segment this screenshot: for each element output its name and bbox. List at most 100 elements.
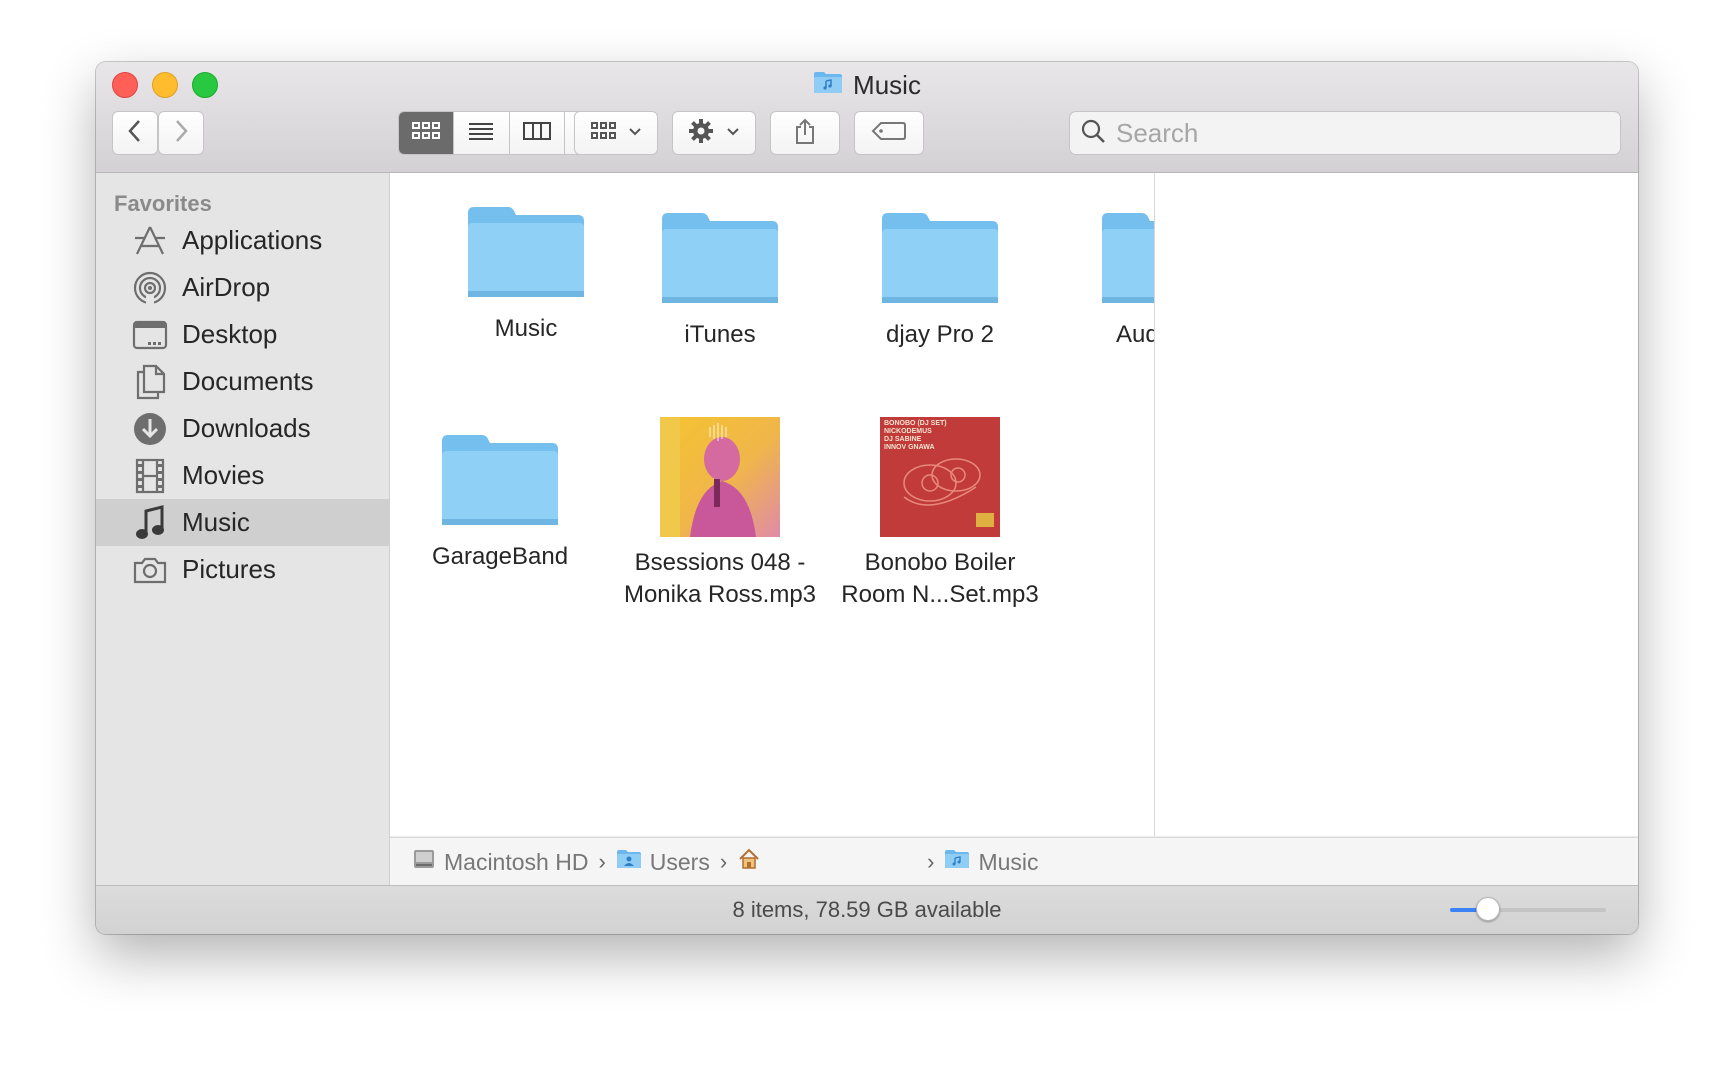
home-icon [737, 847, 761, 877]
chevron-down-icon [726, 124, 740, 142]
search-field[interactable] [1069, 111, 1621, 155]
slider-knob[interactable] [1476, 897, 1500, 921]
icon-view-icon [411, 120, 441, 147]
sidebar-item-label: Music [182, 507, 250, 537]
window-title: Music [96, 69, 1638, 101]
icon-view-area: Music iTunes djay Pro 2 Au GarageBand Bs… [390, 173, 1155, 836]
artwork-text: INNOV GNAWA [884, 444, 935, 451]
album-artwork-thumbnail [660, 417, 780, 537]
sidebar-heading-favorites: Favorites [114, 191, 212, 216]
folder-icon [442, 435, 558, 525]
album-artwork-thumbnail: BONOBO (DJ SET) NICKODEMUS DJ SABINE INN… [880, 417, 1000, 537]
share-icon [793, 117, 817, 150]
group-button[interactable] [574, 111, 658, 155]
file-item-label: iTunes [684, 321, 756, 348]
tag-button[interactable] [854, 111, 924, 155]
folder-icon [468, 207, 584, 297]
downloads-icon [132, 411, 168, 447]
path-item-users[interactable]: Users [616, 848, 710, 876]
music-folder-icon [944, 848, 970, 876]
path-separator-icon: › [598, 849, 606, 874]
sidebar-item-label: Applications [182, 225, 323, 255]
file-item-label: Audio M [1115, 321, 1154, 348]
users-folder-icon [616, 848, 642, 876]
sidebar-item-label: Pictures [182, 554, 276, 584]
list-view-icon [467, 120, 495, 147]
forward-button[interactable] [158, 111, 204, 155]
pictures-icon [132, 552, 168, 588]
chevron-down-icon [628, 124, 642, 142]
sidebar-item-airdrop[interactable]: AirDrop [96, 264, 389, 311]
path-bar: Macintosh HD › Users › › Music [390, 837, 1638, 886]
path-separator-icon: › [927, 849, 935, 874]
file-item-label-line2: Room N...Set.mp3 [841, 581, 1039, 608]
sidebar-item-desktop[interactable]: Desktop [96, 311, 389, 358]
sidebar-item-label: Documents [182, 366, 314, 396]
path-item-home[interactable] [737, 847, 917, 877]
desktop-icon [132, 317, 168, 353]
gear-icon [688, 118, 714, 149]
path-item-label: Music [978, 848, 1039, 875]
artwork-text: BONOBO (DJ SET) [884, 420, 947, 427]
list-view-button[interactable] [454, 112, 510, 154]
file-item-folder-djay-pro-2[interactable]: djay Pro 2 [840, 209, 1040, 351]
artwork-text: NICKODEMUS [884, 428, 932, 435]
sidebar-item-label: AirDrop [182, 272, 271, 302]
action-button[interactable] [672, 111, 756, 155]
sidebar: Favorites Applications AirDrop Desktop D… [96, 173, 390, 886]
path-item-label: Users [649, 848, 710, 875]
window-title-text: Music [853, 69, 921, 100]
sidebar-item-label: Movies [182, 460, 265, 490]
file-item-label: djay Pro 2 [885, 321, 995, 348]
file-item-folder-itunes[interactable]: iTunes [620, 209, 820, 351]
file-item-label: Music [494, 315, 558, 342]
finder-window: Music Search Favorites Applications AirD… [96, 62, 1638, 934]
folder-icon [662, 213, 778, 303]
status-bar: 8 items, 78.59 GB available [96, 885, 1638, 934]
sidebar-item-music[interactable]: Music [96, 499, 389, 546]
file-item-bonobo-mp3[interactable]: BONOBO (DJ SET) NICKODEMUS DJ SABINE INN… [840, 417, 1040, 611]
file-item-folder-audio[interactable]: Audio M [1060, 209, 1154, 351]
documents-icon [132, 364, 168, 400]
file-item-folder-garageband[interactable]: GarageBand [400, 431, 600, 573]
toolbar: Music [96, 62, 1638, 173]
preview-pane [1155, 173, 1638, 836]
icon-size-slider[interactable] [1450, 897, 1606, 921]
file-item-label-line1: Bsessions 048 - [634, 549, 806, 576]
file-item-label: GarageBand [431, 543, 569, 570]
group-icon [590, 120, 618, 147]
file-item-folder-music[interactable]: Music [426, 203, 626, 345]
column-view-icon [522, 120, 552, 147]
artwork-text: DJ SABINE [884, 436, 922, 443]
path-item-music[interactable]: Music [944, 848, 1039, 876]
path-item-macintosh-hd[interactable]: Macintosh HD [412, 847, 588, 877]
folder-icon [882, 213, 998, 303]
sidebar-item-label: Desktop [182, 319, 278, 349]
file-item-label: Bonobo Boiler Room N...Set.mp3 [840, 547, 1040, 611]
movies-icon [132, 458, 168, 494]
sidebar-item-downloads[interactable]: Downloads [96, 405, 389, 452]
hard-drive-icon [412, 847, 436, 877]
search-input[interactable] [1114, 116, 1598, 150]
icon-view-button[interactable] [399, 112, 455, 154]
share-button[interactable] [770, 111, 840, 155]
sidebar-item-documents[interactable]: Documents [96, 358, 389, 405]
column-view-button[interactable] [510, 112, 565, 154]
airdrop-icon [132, 270, 168, 306]
sidebar-item-applications[interactable]: Applications [96, 217, 389, 264]
file-item-bsessions-mp3[interactable]: Bsessions 048 - Monika Ross.mp3 [620, 417, 820, 611]
sidebar-item-movies[interactable]: Movies [96, 452, 389, 499]
applications-icon [132, 223, 168, 259]
back-button[interactable] [112, 111, 158, 155]
chevron-left-icon [127, 118, 143, 149]
folder-icon [1102, 213, 1154, 303]
file-item-label-line1: Bonobo Boiler [864, 549, 1016, 576]
sidebar-item-pictures[interactable]: Pictures [96, 546, 389, 593]
music-folder-icon [813, 70, 843, 101]
status-text: 8 items, 78.59 GB available [732, 897, 1002, 922]
search-icon [1080, 118, 1106, 149]
chevron-right-icon [173, 118, 189, 149]
file-item-label-line2: Monika Ross.mp3 [623, 581, 817, 608]
path-item-label: Macintosh HD [444, 848, 589, 875]
file-item-label: Bsessions 048 - Monika Ross.mp3 [620, 547, 820, 611]
